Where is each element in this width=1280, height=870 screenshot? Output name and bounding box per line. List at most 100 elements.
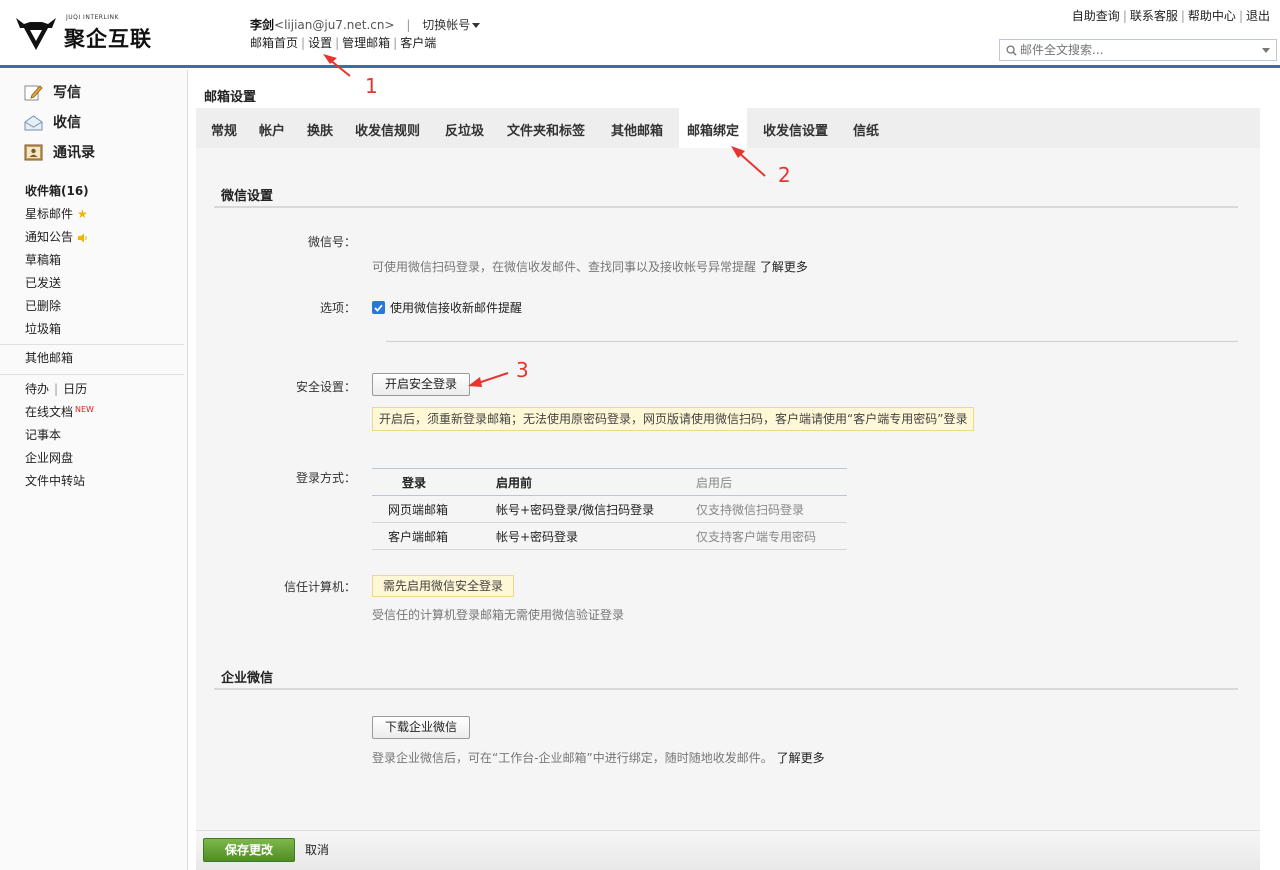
tool-calendar[interactable]: 日历 bbox=[63, 382, 87, 396]
caret-down-icon bbox=[472, 23, 481, 28]
link-help-center[interactable]: 帮助中心 bbox=[1188, 9, 1236, 23]
inbox-icon bbox=[24, 114, 43, 130]
receive-label: 收信 bbox=[53, 115, 81, 131]
user-info: 李剑<lijian@ju7.net.cn> | 切换帐号 bbox=[250, 16, 481, 33]
checkmark-icon bbox=[374, 304, 383, 312]
separator: | bbox=[54, 382, 59, 396]
nav-settings[interactable]: 设置 bbox=[308, 36, 332, 50]
enterprise-learn-more-link[interactable]: 了解更多 bbox=[777, 751, 825, 765]
user-email: <lijian@ju7.net.cn> bbox=[274, 18, 395, 32]
nav-manage-mailbox[interactable]: 管理邮箱 bbox=[342, 36, 390, 50]
search-box[interactable] bbox=[999, 39, 1277, 61]
enterprise-section-title: 企业微信 bbox=[221, 671, 274, 686]
trusted-computer-notice: 需先启用微信安全登录 bbox=[372, 575, 515, 597]
tab-skin[interactable]: 换肤 bbox=[299, 108, 341, 148]
folder-spam[interactable]: 垃圾箱 bbox=[25, 318, 185, 341]
folder-starred[interactable]: 星标邮件 ★ bbox=[25, 203, 185, 226]
user-name: 李剑 bbox=[250, 18, 275, 32]
switch-account-button[interactable]: 切换帐号 bbox=[422, 18, 481, 32]
security-label: 安全设置： bbox=[295, 380, 356, 394]
tool-notes[interactable]: 记事本 bbox=[25, 424, 185, 447]
enable-secure-login-button[interactable]: 开启安全登录 bbox=[372, 373, 471, 396]
wechat-hint-text: 可使用微信扫码登录，在微信收发邮件、查找同事以及接收帐号异常提醒 bbox=[372, 260, 757, 274]
contacts-icon bbox=[24, 144, 43, 160]
table-header-before: 启用前 bbox=[496, 468, 696, 496]
tab-other-mailbox[interactable]: 其他邮箱 bbox=[603, 108, 671, 148]
tab-general[interactable]: 常规 bbox=[203, 108, 245, 148]
wechat-id-label: 微信号： bbox=[307, 235, 356, 249]
top-links: 自助查询 | 联系客服 | 帮助中心 | 退出 bbox=[1072, 7, 1270, 24]
switch-account-label: 切换帐号 bbox=[422, 18, 471, 32]
link-logout[interactable]: 退出 bbox=[1246, 9, 1270, 23]
nav-mail-home[interactable]: 邮箱首页 bbox=[250, 36, 298, 50]
tool-file-transfer[interactable]: 文件中转站 bbox=[25, 470, 185, 493]
trusted-computer-label: 信任计算机： bbox=[283, 580, 356, 594]
wechat-notify-label: 使用微信接收新邮件提醒 bbox=[390, 301, 523, 315]
brand-english: JUQI INTERLINK bbox=[66, 14, 119, 21]
tab-stationery[interactable]: 信纸 bbox=[845, 108, 887, 148]
table-cell: 客户端邮箱 bbox=[372, 522, 496, 550]
nav-client[interactable]: 客户端 bbox=[400, 36, 436, 50]
bull-logo-icon bbox=[16, 18, 56, 50]
folder-other-mailbox[interactable]: 其他邮箱 bbox=[25, 347, 73, 370]
divider-line bbox=[386, 341, 1238, 342]
download-enterprise-wechat-button[interactable]: 下载企业微信 bbox=[372, 716, 471, 739]
sidebar: 写信 收信 通讯录 收件箱(16) 星标邮件 ★ 通知公告 草稿箱 已发送 已删除… bbox=[0, 70, 188, 870]
settings-tabs: 常规 帐户 换肤 收发信规则 反垃圾 文件夹和标签 其他邮箱 邮箱绑定 收发信设… bbox=[196, 108, 1260, 148]
tool-todo[interactable]: 待办 bbox=[25, 382, 49, 396]
compose-button[interactable]: 写信 bbox=[24, 80, 81, 104]
tool-net-disk[interactable]: 企业网盘 bbox=[25, 447, 185, 470]
search-dropdown-icon[interactable] bbox=[1262, 48, 1270, 53]
enterprise-hint: 登录企业微信后，可在“工作台-企业邮箱”中进行绑定，随时随地收发邮件。 了解更多 bbox=[372, 749, 825, 766]
tools-todo-calendar: 待办 | 日历 bbox=[25, 378, 185, 401]
login-method-label: 登录方式： bbox=[295, 471, 356, 485]
table-header-after: 启用后 bbox=[696, 468, 847, 496]
wechat-notify-checkbox[interactable] bbox=[372, 301, 385, 314]
tool-online-docs-label: 在线文档 bbox=[25, 405, 74, 419]
cancel-link[interactable]: 取消 bbox=[305, 841, 329, 858]
separator: | bbox=[393, 36, 398, 50]
tools-list: 待办 | 日历 在线文档 NEW 记事本 企业网盘 文件中转站 bbox=[25, 378, 185, 493]
pencil-icon bbox=[24, 84, 43, 100]
annotation-number-2: 2 bbox=[778, 163, 791, 187]
wechat-notify-option[interactable]: 使用微信接收新邮件提醒 bbox=[372, 299, 522, 316]
tool-online-docs[interactable]: 在线文档 NEW bbox=[25, 401, 185, 424]
tab-mailbox-binding[interactable]: 邮箱绑定 bbox=[679, 108, 748, 148]
wechat-learn-more-link[interactable]: 了解更多 bbox=[760, 260, 808, 274]
save-changes-button[interactable]: 保存更改 bbox=[203, 838, 295, 862]
footer-bar: 保存更改 取消 bbox=[196, 830, 1260, 870]
sidebar-divider bbox=[0, 374, 184, 375]
tab-account[interactable]: 帐户 bbox=[251, 108, 293, 148]
contacts-button[interactable]: 通讯录 bbox=[24, 140, 95, 164]
folder-deleted[interactable]: 已删除 bbox=[25, 295, 185, 318]
tab-mail-rules[interactable]: 收发信规则 bbox=[347, 108, 428, 148]
tab-anti-spam[interactable]: 反垃圾 bbox=[437, 108, 492, 148]
page-title: 邮箱设置 bbox=[204, 90, 257, 105]
receive-button[interactable]: 收信 bbox=[24, 110, 81, 134]
brand-name: 聚企互联 bbox=[64, 27, 152, 51]
settings-content: 微信设置 微信号： 可使用微信扫码登录，在微信收发邮件、查找同事以及接收帐号异常… bbox=[196, 148, 1260, 830]
search-input[interactable] bbox=[1020, 42, 1250, 58]
brand-logo[interactable]: JUQI INTERLINK 聚企互联 bbox=[14, 14, 154, 56]
table-cell: 仅支持微信扫码登录 bbox=[696, 495, 847, 523]
separator: | bbox=[301, 36, 306, 50]
annotation-number-1: 1 bbox=[365, 74, 378, 98]
folder-sent[interactable]: 已发送 bbox=[25, 272, 185, 295]
folder-drafts[interactable]: 草稿箱 bbox=[25, 249, 185, 272]
link-contact-support[interactable]: 联系客服 bbox=[1130, 9, 1178, 23]
folder-list: 收件箱(16) 星标邮件 ★ 通知公告 草稿箱 已发送 已删除 垃圾箱 bbox=[25, 180, 185, 341]
table-cell: 仅支持客户端专用密码 bbox=[696, 522, 847, 550]
table-cell: 网页端邮箱 bbox=[372, 495, 496, 523]
tab-folders-labels[interactable]: 文件夹和标签 bbox=[499, 108, 593, 148]
folder-inbox[interactable]: 收件箱(16) bbox=[25, 180, 185, 203]
separator: | bbox=[1238, 9, 1243, 23]
link-self-query[interactable]: 自助查询 bbox=[1072, 9, 1120, 23]
folder-notices-label: 通知公告 bbox=[25, 230, 74, 244]
table-cell: 帐号+密码登录 bbox=[496, 522, 696, 550]
tab-send-receive[interactable]: 收发信设置 bbox=[755, 108, 836, 148]
separator: | bbox=[1122, 9, 1127, 23]
star-icon: ★ bbox=[77, 207, 88, 221]
separator: | bbox=[335, 36, 340, 50]
folder-notices[interactable]: 通知公告 bbox=[25, 226, 185, 249]
secure-login-warning: 开启后，须重新登录邮箱；无法使用原密码登录，网页版请使用微信扫码，客户端请使用“… bbox=[372, 407, 975, 431]
